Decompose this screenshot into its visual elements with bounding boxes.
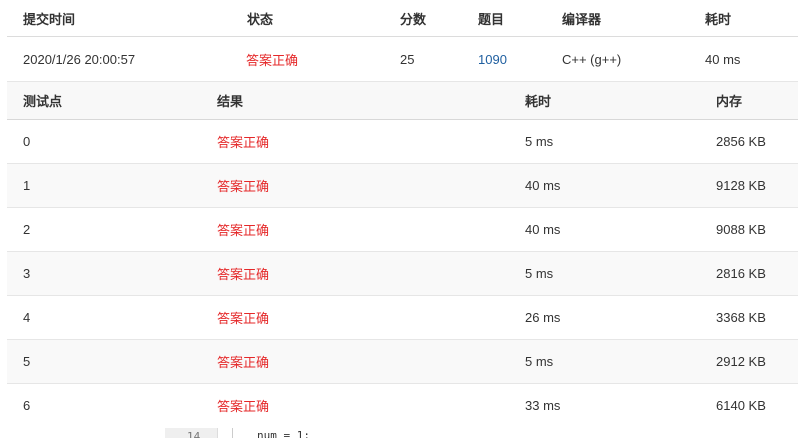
code-line-number: 14 bbox=[187, 430, 201, 438]
testcase-time: 33 ms bbox=[525, 398, 561, 413]
testcase-result: 答案正确 bbox=[217, 399, 270, 414]
testcase-memory: 3368 KB bbox=[716, 310, 766, 325]
submission-table-header: 提交时间 状态 分数 题目 编译器 耗时 bbox=[7, 0, 798, 37]
testcase-row: 6 答案正确 33 ms 6140 KB bbox=[7, 384, 798, 428]
submit-time: 2020/1/26 20:00:57 bbox=[23, 51, 136, 67]
testcase-time: 40 ms bbox=[525, 222, 561, 237]
header-score: 分数 bbox=[400, 11, 427, 27]
testcase-result: 答案正确 bbox=[217, 179, 270, 194]
header-compiler: 编译器 bbox=[562, 11, 602, 27]
code-line-gutter: 14 bbox=[165, 428, 218, 438]
compiler-name: C++ (g++) bbox=[562, 51, 622, 67]
testcase-memory: 2912 KB bbox=[716, 354, 766, 369]
testcase-row: 5 答案正确 5 ms 2912 KB bbox=[7, 340, 798, 384]
testcase-id: 6 bbox=[23, 398, 31, 413]
testcase-id: 5 bbox=[23, 354, 31, 369]
testcase-row: 2 答案正确 40 ms 9088 KB bbox=[7, 208, 798, 252]
header-memory: 内存 bbox=[716, 94, 743, 109]
testcase-time: 26 ms bbox=[525, 310, 561, 325]
testcase-result: 答案正确 bbox=[217, 135, 270, 150]
testcase-time: 5 ms bbox=[525, 134, 554, 149]
testcase-id: 1 bbox=[23, 178, 31, 193]
testcase-id: 0 bbox=[23, 134, 31, 149]
header-status: 状态 bbox=[247, 11, 274, 27]
header-result: 结果 bbox=[217, 94, 244, 109]
testcase-row: 1 答案正确 40 ms 9128 KB bbox=[7, 164, 798, 208]
header-submit-time: 提交时间 bbox=[23, 11, 76, 27]
testcase-table-header: 测试点 结果 耗时 内存 bbox=[7, 82, 798, 120]
testcase-memory: 6140 KB bbox=[716, 398, 766, 413]
testcase-row: 3 答案正确 5 ms 2816 KB bbox=[7, 252, 798, 296]
header-problem: 题目 bbox=[478, 11, 505, 27]
testcase-result: 答案正确 bbox=[217, 355, 270, 370]
submission-score: 25 bbox=[400, 51, 415, 67]
submission-runtime: 40 ms bbox=[705, 51, 741, 67]
testcase-id: 4 bbox=[23, 310, 31, 325]
header-testcase-id: 测试点 bbox=[23, 94, 63, 109]
testcase-result: 答案正确 bbox=[217, 311, 270, 326]
testcase-row: 0 答案正确 5 ms 2856 KB bbox=[7, 120, 798, 164]
testcase-memory: 9088 KB bbox=[716, 222, 766, 237]
testcase-memory: 2816 KB bbox=[716, 266, 766, 281]
testcase-time: 40 ms bbox=[525, 178, 561, 193]
testcase-row: 4 答案正确 26 ms 3368 KB bbox=[7, 296, 798, 340]
code-viewer: 14 num = 1; bbox=[0, 426, 798, 438]
code-line-text: num = 1; bbox=[257, 429, 310, 438]
problem-link[interactable]: 1090 bbox=[478, 37, 507, 81]
testcase-time: 5 ms bbox=[525, 266, 554, 281]
header-runtime: 耗时 bbox=[705, 11, 732, 27]
testcase-id: 2 bbox=[23, 222, 31, 237]
submission-row: 2020/1/26 20:00:57 答案正确 25 1090 C++ (g++… bbox=[7, 37, 798, 82]
testcase-result: 答案正确 bbox=[217, 267, 270, 282]
testcase-time: 5 ms bbox=[525, 354, 554, 369]
testcase-memory: 9128 KB bbox=[716, 178, 766, 193]
header-time: 耗时 bbox=[525, 94, 552, 109]
code-fold-divider bbox=[232, 428, 233, 438]
testcase-memory: 2856 KB bbox=[716, 134, 766, 149]
submission-status: 答案正确 bbox=[246, 52, 299, 68]
testcase-result: 答案正确 bbox=[217, 223, 270, 238]
testcase-id: 3 bbox=[23, 266, 31, 281]
